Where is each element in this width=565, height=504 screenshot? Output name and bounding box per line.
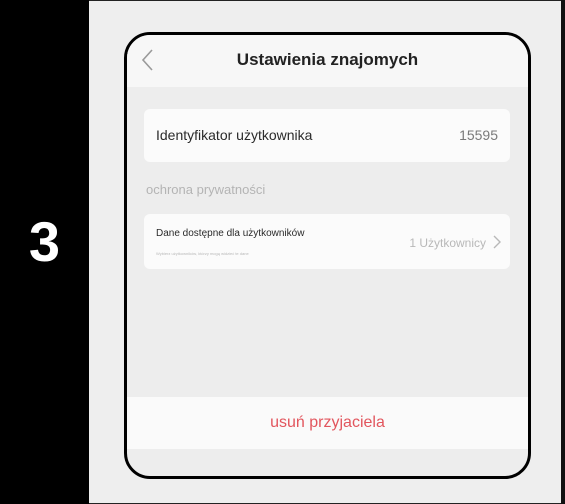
delete-friend-label: usuń przyjaciela: [270, 414, 385, 431]
navigation-bar: Ustawienia znajomych: [127, 35, 528, 87]
user-id-label: Identyfikator użytkownika: [156, 127, 313, 143]
shared-data-sublabel: Wybierz użytkowników, którzy mogą widzie…: [156, 251, 249, 256]
chevron-right-icon: [492, 235, 501, 249]
frame-edge: [561, 0, 565, 504]
shared-data-label: Dane dostępne dla użytkowników: [156, 228, 305, 239]
phone-screen: Ustawienia znajomych Identyfikator użytk…: [124, 32, 531, 479]
shared-data-value: 1 Użytkownicy: [409, 236, 486, 250]
step-number: 3: [28, 210, 61, 273]
user-id-value: 15595: [459, 127, 498, 143]
page-title: Ustawienia znajomych: [236, 50, 419, 69]
delete-friend-button[interactable]: usuń przyjaciela: [127, 397, 528, 449]
step-indicator: 3: [0, 0, 89, 504]
shared-data-row[interactable]: Dane dostępne dla użytkowników Wybierz u…: [144, 214, 510, 269]
privacy-section-title: ochrona prywatności: [146, 182, 266, 197]
user-id-row: Identyfikator użytkownika 15595: [144, 109, 510, 162]
